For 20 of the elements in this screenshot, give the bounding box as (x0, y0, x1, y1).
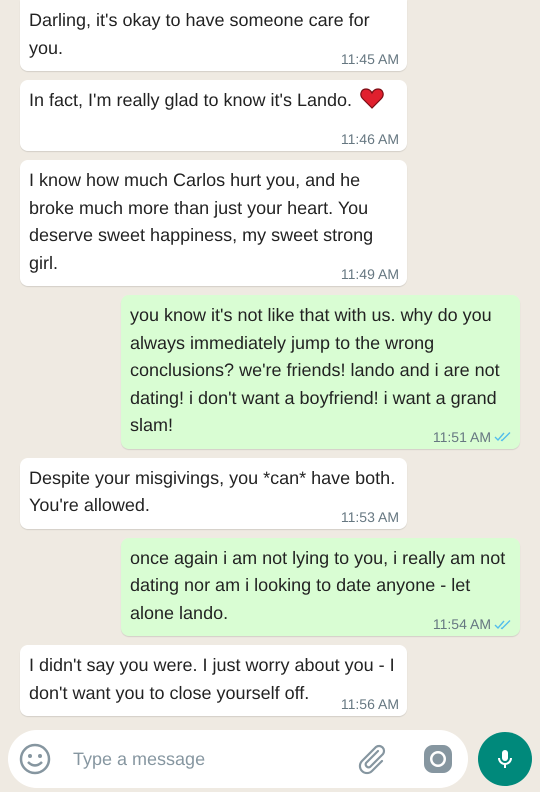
incoming-message: In fact, I'm really glad to know it's Lando. 11:46 AM (20, 80, 407, 151)
message-time: 11:53 AM (340, 508, 399, 524)
microphone-button[interactable] (478, 732, 532, 786)
incoming-message: Despite your misgivings, you *can* have both. You're allowed. 11:53 AM (20, 458, 407, 528)
paperclip-icon[interactable] (356, 743, 388, 775)
message-time: 11:56 AM (340, 696, 399, 712)
incoming-message: Darling, it's okay to have someone care for you. 11:45 AM (20, 0, 407, 71)
message-time: 11:54 AM (432, 616, 491, 632)
smiley-icon[interactable] (19, 743, 51, 775)
message-time: 11:46 AM (340, 131, 399, 147)
message-time: 11:45 AM (340, 51, 399, 67)
outgoing-message: once again i am not lying to you, i really am not dating nor am i looking to date anyone - let alone lando. 11:54 AM (121, 538, 520, 636)
incoming-message: I didn't say you were. I just worry about you - I don't want you to close yourself off. 11:56 AM (20, 645, 407, 716)
message-time: 11:49 AM (340, 266, 399, 282)
incoming-message: I know how much Carlos hurt you, and he broke much more than just your heart. You deserve sweet happiness, my sweet strong girl. 11:49 AM (20, 160, 407, 286)
camera-icon[interactable] (422, 743, 454, 775)
outgoing-message: you know it's not like that with us. why do you always immediately jump to the wrong conclusions? we're friends! lando and i are not dating! i don't want a boyfriend! i want a grand slam! 11:51 AM (121, 295, 520, 448)
message-input-field[interactable]: Type a message (8, 730, 468, 788)
message-input[interactable]: Type a message (71, 748, 356, 770)
message-time: 11:51 AM (432, 428, 491, 444)
